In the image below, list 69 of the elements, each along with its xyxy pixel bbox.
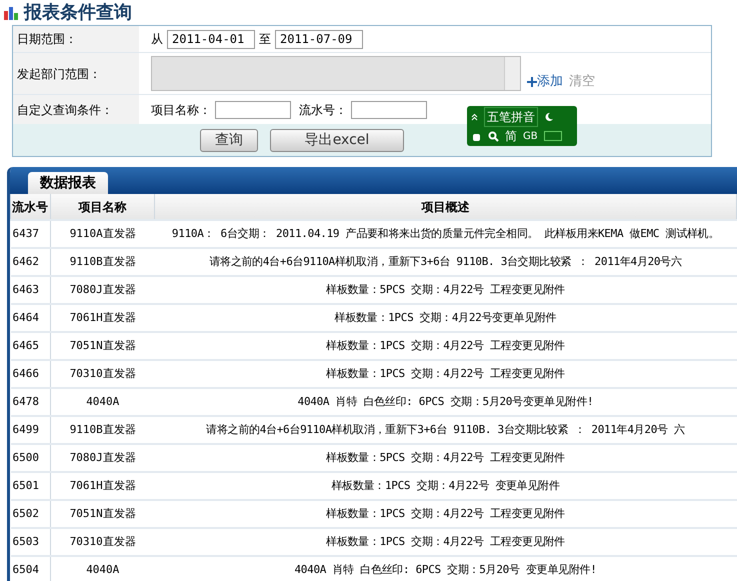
moon-icon[interactable] — [544, 112, 554, 122]
date-field[interactable]: 2011-04-01 — [167, 30, 255, 48]
ime-mode[interactable]: 五笔拼音 — [484, 107, 538, 127]
serial-number-field[interactable] — [351, 100, 427, 118]
table-cell: 9110B直发器 — [70, 254, 136, 268]
table-cell: 9110A直发器 — [70, 226, 136, 240]
table-cell: 6502 — [12, 506, 39, 520]
table-cell: 6500 — [12, 450, 39, 464]
column-header[interactable]: 项目名称 — [78, 200, 126, 214]
table-cell: 6463 — [12, 282, 39, 296]
table-cell: 7051N直发器 — [70, 506, 136, 520]
table-cell: 样板数量：1PCS 交期：4月22号 变更单见附件 — [331, 478, 560, 492]
table-cell: 样板数量：1PCS 交期：4月22号 工程变更见附件 — [326, 534, 565, 548]
table-cell: 4040A — [86, 394, 120, 408]
table-cell: 6478 — [12, 394, 39, 408]
table-cell: 6504 — [12, 563, 39, 576]
table-cell: 9110A： 6台交期： 2011.04.19 产品要和将来出货的质量元件完全相同。 此样板用来KEMA 做EMC 测试样机。 — [172, 226, 720, 240]
scrollbar[interactable] — [504, 57, 520, 90]
table-cell: 9110B直发器 — [70, 422, 136, 436]
column-header[interactable]: 项目概述 — [422, 200, 470, 214]
ime-encoding[interactable]: GB — [523, 128, 538, 144]
table-cell: 4040A 肖特 白色丝印: 6PCS 交期：5月20号 变更单见附件! — [294, 563, 597, 576]
plus-icon — [527, 77, 537, 87]
table-cell: 6466 — [12, 366, 39, 380]
bar-chart-icon — [4, 6, 20, 20]
field-label: 项目名称： — [151, 102, 211, 118]
table-cell: 6465 — [12, 338, 39, 352]
ime-charset[interactable]: 简 — [505, 127, 517, 145]
field-label: 自定义查询条件： — [17, 102, 113, 118]
table-cell: 7061H直发器 — [70, 478, 136, 492]
add-link[interactable]: 添加 — [537, 72, 563, 91]
table-cell: 6462 — [12, 254, 39, 268]
table-cell: 7061H直发器 — [70, 310, 136, 324]
table-cell: 样板数量：1PCS 交期：4月22号 工程变更见附件 — [326, 366, 565, 380]
table-cell: 70310直发器 — [70, 534, 136, 548]
export-button[interactable]: 导出excel — [270, 128, 404, 152]
table-cell: 样板数量：1PCS 交期：4月22号 工程变更见附件 — [326, 506, 565, 520]
table-cell: 4040A 肖特 白色丝印: 6PCS 交期：5月20号变更单见附件! — [298, 394, 594, 408]
keyboard-icon[interactable] — [544, 131, 562, 141]
table-cell: 请将之前的4台+6台9110A样机取消，重新下3+6台 9110B. 3台交期比较紧 ： 2011年4月20号六 — [209, 254, 682, 268]
field-label: 日期范围： — [17, 31, 77, 48]
page-title: 报表条件查询 — [24, 1, 132, 25]
table-cell: 样板数量：5PCS 交期：4月22号 工程变更见附件 — [326, 282, 565, 296]
expand-icon[interactable] — [471, 113, 478, 121]
table-cell: 6464 — [12, 310, 39, 324]
table-cell: 4040A — [86, 563, 120, 576]
table-cell: 70310直发器 — [70, 366, 136, 380]
report-tab[interactable]: 数据报表 — [28, 172, 108, 194]
field-label: 发起部门范围： — [17, 66, 101, 82]
input-method-toolbar[interactable]: 五笔拼音 简 GB — [467, 106, 577, 146]
column-header[interactable]: 流水号 — [12, 200, 48, 214]
table-cell: 样板数量：5PCS 交期：4月22号 工程变更见附件 — [326, 450, 565, 464]
field-label: 流水号： — [299, 102, 347, 118]
table-cell: 6499 — [12, 422, 39, 436]
table-cell: 6501 — [12, 478, 39, 492]
table-cell: 6503 — [12, 534, 39, 548]
field-label: 至 — [259, 31, 271, 48]
table-cell: 7080J直发器 — [70, 282, 136, 296]
table-cell: 7051N直发器 — [70, 338, 136, 352]
table-cell: 6437 — [12, 226, 39, 240]
date-field[interactable]: 2011-07-09 — [275, 30, 363, 48]
field-label: 从 — [151, 31, 163, 48]
table-cell: 样板数量：1PCS 交期：4月22号 工程变更见附件 — [326, 338, 565, 352]
project-name-field[interactable] — [215, 100, 291, 118]
query-button[interactable]: 查询 — [200, 128, 258, 152]
table-cell: 请将之前的4台+6台9110A样机取消，重新下3+6台 9110B. 3台交期比较紧 ： 2011年4月20号 六 — [206, 422, 685, 436]
table-cell: 7080J直发器 — [70, 450, 136, 464]
table-cell: 样板数量：1PCS 交期：4月22号变更单见附件 — [334, 310, 556, 324]
search-icon[interactable] — [488, 130, 499, 142]
